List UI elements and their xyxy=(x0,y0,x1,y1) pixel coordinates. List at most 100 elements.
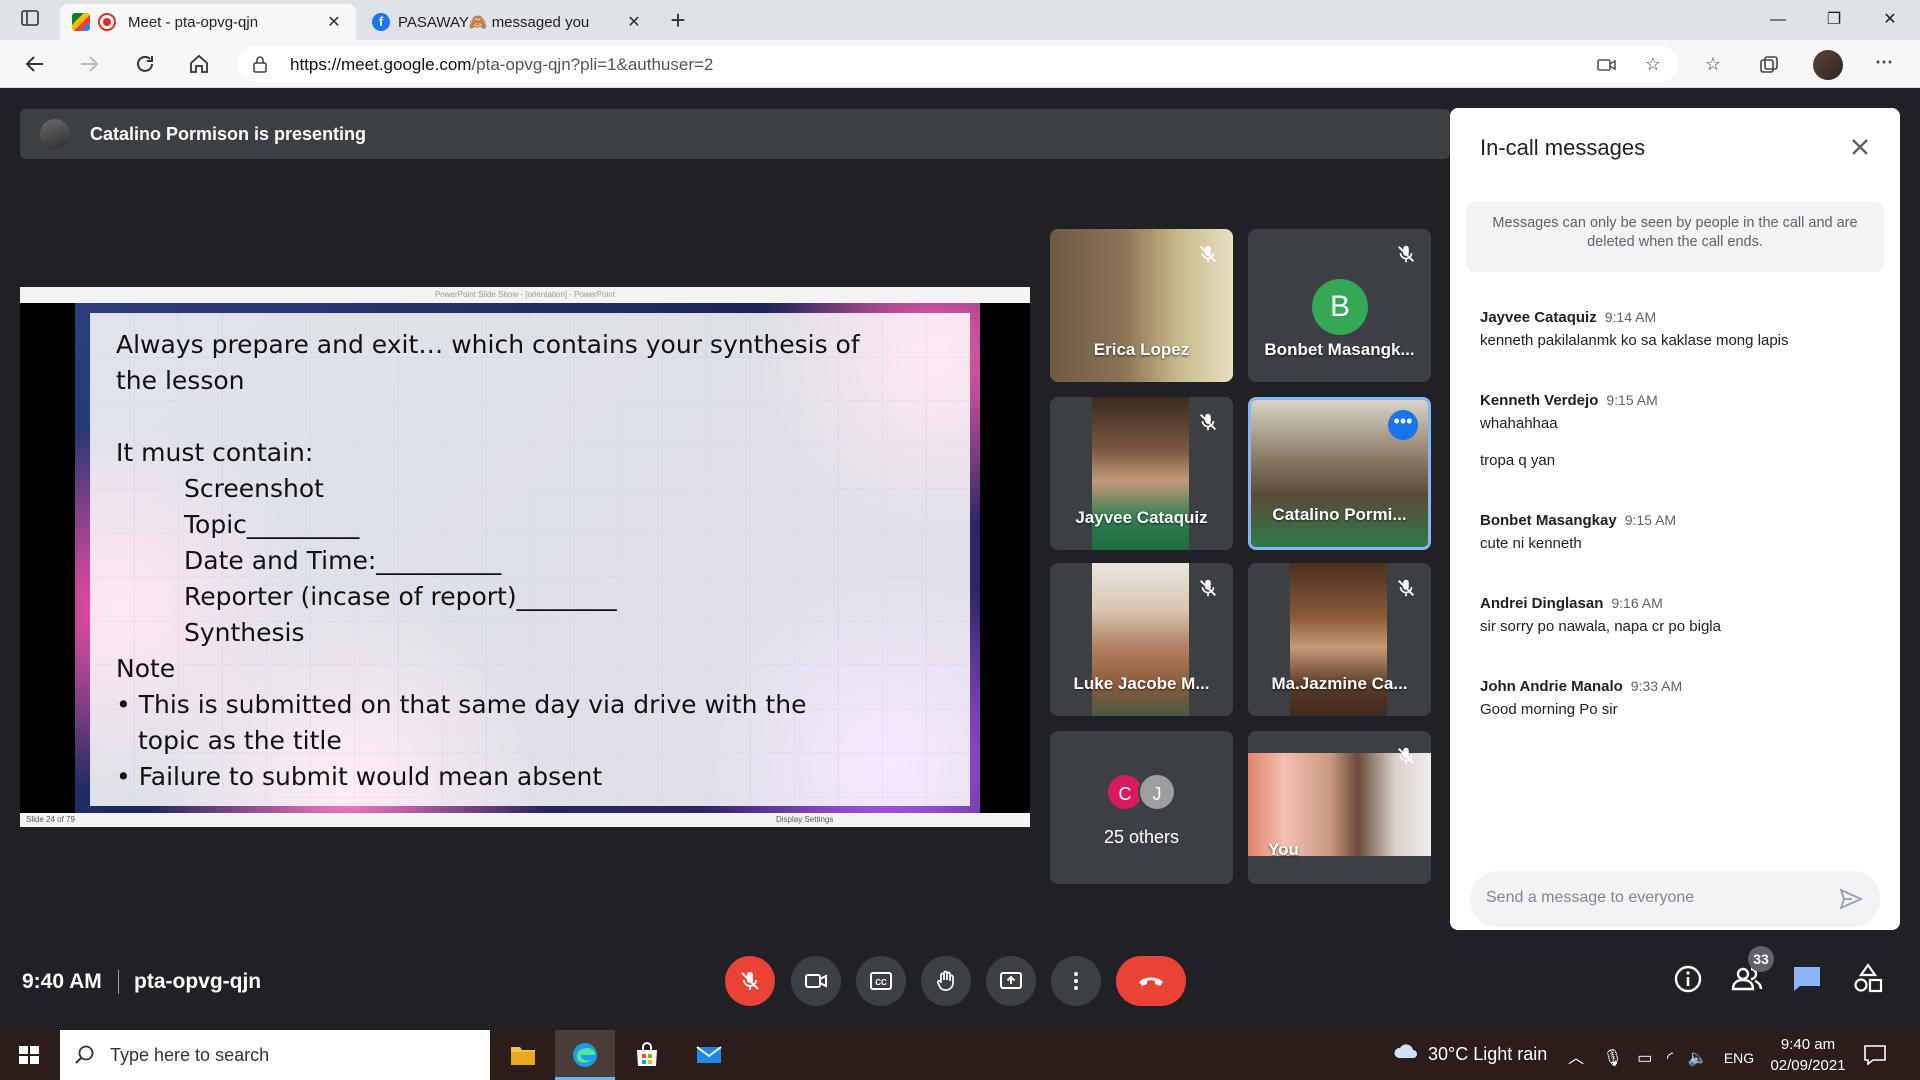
mic-off-icon xyxy=(1200,245,1216,263)
minimize-icon[interactable]: — xyxy=(1750,0,1806,40)
message-sender: John Andrie Manalo xyxy=(1480,678,1623,695)
clock-time: 9:40 am xyxy=(1780,1036,1836,1053)
presenting-text: Catalino Pormison is presenting xyxy=(90,124,367,144)
notification-center-icon[interactable] xyxy=(1862,1042,1888,1068)
captions-button[interactable]: CC xyxy=(856,956,906,1006)
participant-name: Ma.Jazmine Ca... xyxy=(1271,674,1408,693)
tab-actions-icon[interactable] xyxy=(18,8,42,32)
more-vert-icon xyxy=(1074,972,1078,990)
message-text: tropa q yan xyxy=(1480,452,1556,469)
windows-start-icon[interactable] xyxy=(0,1030,58,1080)
slide-counter: Slide 24 of 79 xyxy=(26,815,75,824)
message-text: kenneth pakilalanmk ko sa kaklase mong l… xyxy=(1480,332,1789,349)
recording-icon xyxy=(98,13,116,31)
send-icon[interactable] xyxy=(1838,886,1864,912)
activities-icon[interactable] xyxy=(1851,962,1885,996)
favorites-icon[interactable]: ☆ xyxy=(1702,54,1724,76)
participant-name: Luke Jacobe M... xyxy=(1073,674,1210,693)
taskbar-search-input[interactable]: Type here to search xyxy=(60,1030,490,1080)
file-explorer-button[interactable] xyxy=(493,1030,553,1080)
svg-text:CC: CC xyxy=(875,978,887,987)
chat-icon[interactable] xyxy=(1790,962,1824,996)
profile-avatar[interactable] xyxy=(1813,50,1843,80)
mic-off-icon xyxy=(1398,747,1414,765)
slide-note-label: Note xyxy=(116,654,176,683)
present-screen-icon xyxy=(1000,972,1022,989)
chat-input-placeholder: Send a message to everyone xyxy=(1486,889,1695,906)
camera-toggle-button[interactable] xyxy=(791,956,841,1006)
message-sender: Bonbet Masangkay xyxy=(1480,512,1617,529)
weather-widget[interactable]: 30°C Light rain xyxy=(1392,1044,1547,1065)
refresh-icon[interactable] xyxy=(132,52,158,78)
avatar: B xyxy=(1312,279,1368,335)
participant-tile[interactable]: B Bonbet Masangk... xyxy=(1248,229,1431,382)
slide-line: It must contain: xyxy=(116,438,314,467)
present-now-button[interactable] xyxy=(986,956,1036,1006)
chat-message-input[interactable]: Send a message to everyone xyxy=(1470,871,1880,927)
tab-meet[interactable]: Meet - pta-opvg-qjn ✕ xyxy=(60,4,356,40)
participant-tile-active-speaker[interactable]: ••• Catalino Pormi... xyxy=(1248,397,1431,550)
chevron-up-icon[interactable]: ︿ xyxy=(1568,1050,1584,1067)
weather-text: 30°C Light rain xyxy=(1428,1044,1548,1064)
volume-icon[interactable]: 🔈 xyxy=(1687,1050,1707,1067)
self-tile[interactable]: You xyxy=(1248,731,1431,884)
slide-item: Screenshot xyxy=(184,474,324,503)
more-options-button[interactable] xyxy=(1051,956,1101,1006)
leave-call-button[interactable] xyxy=(1116,956,1186,1006)
new-tab-icon[interactable]: + xyxy=(666,7,690,33)
slide-item: Reporter (incase of report)________ xyxy=(184,582,617,611)
participant-tile[interactable]: Jayvee Cataquiz xyxy=(1050,397,1233,550)
search-icon xyxy=(75,1045,94,1064)
language-indicator[interactable]: ENG xyxy=(1724,1050,1754,1066)
message-text: sir sorry po nawala, napa cr po bigla xyxy=(1480,618,1721,635)
camera-icon xyxy=(805,974,827,988)
participant-tile[interactable]: Luke Jacobe M... xyxy=(1050,563,1233,716)
collections-icon[interactable] xyxy=(1758,54,1780,76)
close-window-icon[interactable]: ✕ xyxy=(1862,0,1918,40)
settings-more-icon[interactable]: ⋯ xyxy=(1873,52,1895,74)
back-icon[interactable] xyxy=(22,52,48,78)
others-tile[interactable]: C J 25 others xyxy=(1050,731,1233,884)
wifi-icon[interactable]: ◜ xyxy=(1667,1050,1673,1067)
chat-message: Andrei Dinglasan 9:16 AM sir sorry po naw… xyxy=(1480,595,1880,635)
meeting-clock: 9:40 AM xyxy=(22,970,102,993)
url-field[interactable]: https://meet.google.com/pta-opvg-qjn?pli… xyxy=(238,46,1678,82)
add-favorite-icon[interactable]: ☆ xyxy=(1642,54,1664,76)
close-tab-icon[interactable]: ✕ xyxy=(324,12,344,32)
slide-text: Always prepare and exit… which contains … xyxy=(116,327,916,795)
forward-icon[interactable] xyxy=(76,52,102,78)
slide-line: Always prepare and exit… which contains … xyxy=(116,330,860,359)
close-tab-icon[interactable]: ✕ xyxy=(624,12,644,32)
url-text: https://meet.google.com/pta-opvg-qjn?pli… xyxy=(290,55,714,74)
close-icon[interactable] xyxy=(1845,132,1875,162)
meeting-code: pta-opvg-qjn xyxy=(134,970,262,993)
camera-permission-icon[interactable] xyxy=(1596,54,1618,76)
message-sender: Jayvee Cataquiz xyxy=(1480,309,1597,326)
more-options-icon[interactable]: ••• xyxy=(1388,410,1418,440)
mic-toggle-button[interactable] xyxy=(725,956,775,1006)
participant-tile[interactable]: Ma.Jazmine Ca... xyxy=(1248,563,1431,716)
participant-tile[interactable]: Erica Lopez xyxy=(1050,229,1233,382)
taskbar-clock[interactable]: 9:40 am 02/09/2021 xyxy=(1758,1034,1858,1076)
lock-icon[interactable] xyxy=(252,55,268,73)
in-call-messages-panel: In-call messages Messages can only be se… xyxy=(1450,108,1900,930)
info-icon[interactable] xyxy=(1671,962,1705,996)
home-icon[interactable] xyxy=(186,52,212,78)
raise-hand-button[interactable] xyxy=(921,956,971,1006)
battery-icon[interactable]: ▭ xyxy=(1637,1050,1652,1067)
message-text: Good morning Po sir xyxy=(1480,701,1618,718)
restore-icon[interactable]: ❐ xyxy=(1806,0,1862,40)
mic-off-icon xyxy=(1200,579,1216,597)
mic-off-icon xyxy=(1200,413,1216,431)
mic-off-icon xyxy=(1398,245,1414,263)
mail-button[interactable] xyxy=(679,1030,739,1080)
message-time: 9:15 AM xyxy=(1606,392,1658,408)
tab-facebook[interactable]: f PASAWAY🙈 messaged you ✕ xyxy=(360,4,656,40)
hand-icon xyxy=(936,970,954,991)
slide-status-bar: Slide 24 of 79 Display Settings xyxy=(20,813,1030,827)
google-meet-icon xyxy=(72,13,90,31)
edge-browser-button[interactable] xyxy=(555,1030,615,1080)
microphone-icon[interactable]: 🎙 xyxy=(1602,1050,1622,1067)
tab-title: Meet - pta-opvg-qjn xyxy=(128,13,259,31)
microsoft-store-button[interactable] xyxy=(617,1030,677,1080)
